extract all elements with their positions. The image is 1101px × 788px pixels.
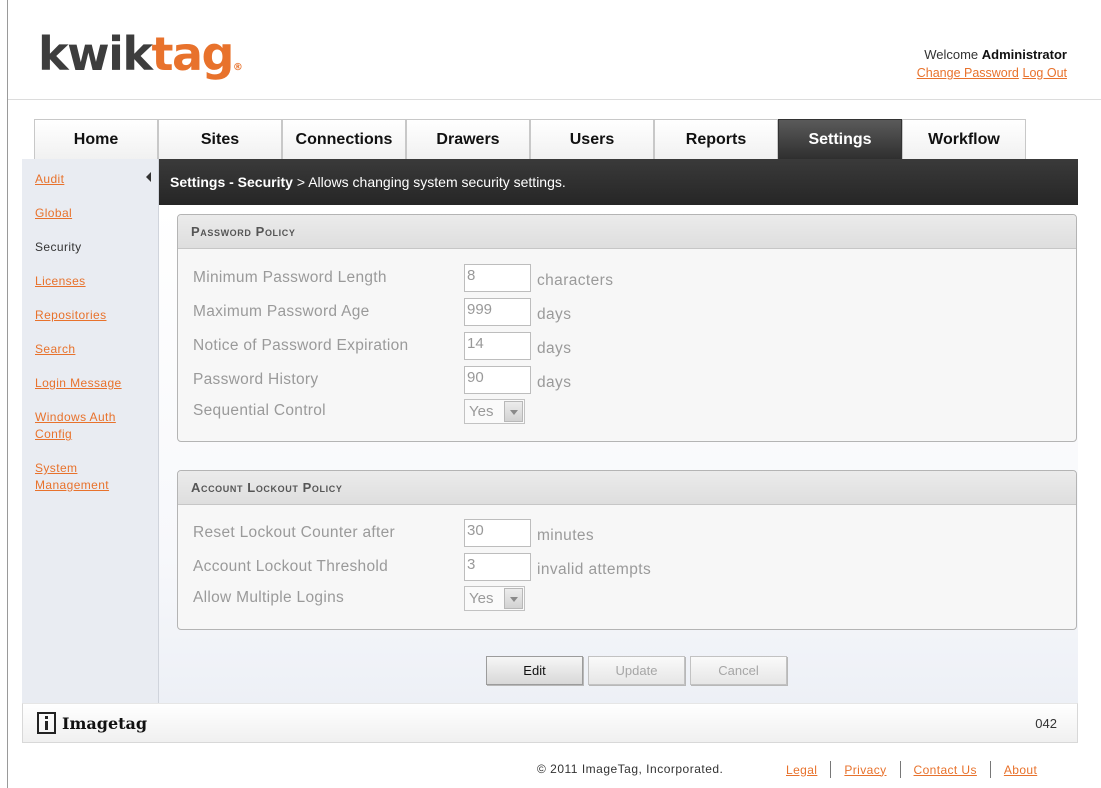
- sidebar-item-windows-auth-config[interactable]: Windows Auth Config: [35, 409, 130, 443]
- password-history-field[interactable]: 90: [464, 366, 531, 394]
- min-password-length-row: Minimum Password Length 8 characters: [193, 264, 793, 292]
- form-actions: Edit Update Cancel: [486, 656, 787, 685]
- tab-reports[interactable]: Reports: [654, 119, 778, 159]
- password-expiration-notice-unit: days: [537, 340, 572, 357]
- left-border: [7, 0, 8, 788]
- password-policy-title: Password Policy: [178, 215, 1076, 249]
- tab-users[interactable]: Users: [530, 119, 654, 159]
- change-password-link[interactable]: Change Password: [917, 66, 1019, 80]
- password-history-unit: days: [537, 374, 572, 391]
- chevron-down-icon[interactable]: [504, 588, 523, 609]
- min-password-length-field[interactable]: 8: [464, 264, 531, 292]
- min-password-length-label: Minimum Password Length: [193, 269, 387, 286]
- sequential-control-label: Sequential Control: [193, 402, 326, 419]
- lockout-threshold-unit: invalid attempts: [537, 561, 652, 578]
- link-divider: [830, 761, 832, 778]
- cancel-button[interactable]: Cancel: [690, 656, 787, 685]
- page-description: > Allows changing system security settin…: [296, 173, 566, 190]
- max-password-age-label: Maximum Password Age: [193, 303, 370, 320]
- reset-lockout-counter-field[interactable]: 30: [464, 519, 531, 547]
- allow-multiple-logins-value: Yes: [469, 590, 494, 607]
- footer-bar: Imagetag 042: [22, 703, 1078, 743]
- sequential-control-value: Yes: [469, 403, 494, 420]
- imagetag-info-icon: [37, 712, 56, 734]
- tab-home[interactable]: Home: [34, 119, 158, 159]
- lockout-threshold-label: Account Lockout Threshold: [193, 558, 389, 575]
- chevron-down-icon[interactable]: [504, 401, 523, 422]
- privacy-link[interactable]: Privacy: [844, 763, 886, 777]
- legal-link[interactable]: Legal: [786, 763, 817, 777]
- imagetag-logo: Imagetag: [37, 712, 147, 734]
- lockout-threshold-field[interactable]: 3: [464, 553, 531, 581]
- user-welcome: Welcome Administrator Change Password Lo…: [917, 46, 1067, 82]
- password-expiration-notice-row: Notice of Password Expiration 14 days: [193, 332, 793, 360]
- footer-links: Legal Privacy Contact Us About: [786, 761, 1037, 778]
- imagetag-name: Imagetag: [62, 713, 148, 733]
- allow-multiple-logins-label: Allow Multiple Logins: [193, 589, 345, 606]
- update-button[interactable]: Update: [588, 656, 685, 685]
- header-divider: [8, 99, 1101, 100]
- sequential-control-select[interactable]: Yes: [464, 399, 525, 424]
- contact-us-link[interactable]: Contact Us: [914, 763, 977, 777]
- link-divider: [899, 761, 901, 778]
- page-code: 042: [1035, 716, 1057, 731]
- settings-sidebar: Audit Global Security Licenses Repositor…: [22, 159, 159, 703]
- max-password-age-unit: days: [537, 306, 572, 323]
- main-tabs: Home Sites Connections Drawers Users Rep…: [34, 119, 1026, 159]
- lockout-threshold-row: Account Lockout Threshold 3 invalid atte…: [193, 553, 793, 581]
- min-password-length-unit: characters: [537, 272, 614, 289]
- user-name: Administrator: [981, 47, 1067, 62]
- account-lockout-title: Account Lockout Policy: [178, 471, 1076, 505]
- settings-content: Password Policy Minimum Password Length …: [159, 205, 1078, 703]
- tab-workflow[interactable]: Workflow: [902, 119, 1026, 159]
- sidebar-item-search[interactable]: Search: [35, 341, 145, 358]
- allow-multiple-logins-select[interactable]: Yes: [464, 586, 525, 611]
- sidebar-item-repositories[interactable]: Repositories: [35, 307, 145, 324]
- log-out-link[interactable]: Log Out: [1023, 66, 1067, 80]
- sidebar-item-system-management[interactable]: System Management: [35, 460, 130, 494]
- sidebar-item-licenses[interactable]: Licenses: [35, 273, 145, 290]
- welcome-label: Welcome: [924, 47, 979, 62]
- reset-lockout-counter-unit: minutes: [537, 527, 595, 544]
- max-password-age-row: Maximum Password Age 999 days: [193, 298, 793, 326]
- page-title-bar: Settings - Security > Allows changing sy…: [159, 159, 1078, 205]
- reset-lockout-counter-label: Reset Lockout Counter after: [193, 524, 395, 541]
- allow-multiple-logins-row: Allow Multiple Logins Yes: [193, 586, 793, 614]
- reset-lockout-counter-row: Reset Lockout Counter after 30 minutes: [193, 519, 793, 547]
- max-password-age-field[interactable]: 999: [464, 298, 531, 326]
- tab-sites[interactable]: Sites: [158, 119, 282, 159]
- password-expiration-notice-field[interactable]: 14: [464, 332, 531, 360]
- link-divider: [989, 761, 991, 778]
- sidebar-item-security: Security: [35, 240, 82, 254]
- sidebar-item-global[interactable]: Global: [35, 205, 145, 222]
- collapse-arrow-icon[interactable]: [146, 172, 151, 182]
- tab-settings[interactable]: Settings: [778, 119, 902, 159]
- copyright: © 2011 ImageTag, Incorporated.: [537, 762, 724, 776]
- password-history-label: Password History: [193, 371, 319, 388]
- edit-button[interactable]: Edit: [486, 656, 583, 685]
- sidebar-item-audit[interactable]: Audit: [35, 171, 145, 188]
- about-link[interactable]: About: [1004, 763, 1037, 777]
- page-title: Settings - Security: [170, 173, 293, 190]
- kwiktag-logo: kwiktag®: [38, 27, 243, 81]
- sidebar-item-login-message[interactable]: Login Message: [35, 375, 145, 392]
- password-policy-panel: Password Policy Minimum Password Length …: [177, 214, 1077, 442]
- tab-connections[interactable]: Connections: [282, 119, 406, 159]
- password-history-row: Password History 90 days: [193, 366, 793, 394]
- password-expiration-notice-label: Notice of Password Expiration: [193, 337, 409, 354]
- sequential-control-row: Sequential Control Yes: [193, 399, 793, 427]
- tab-drawers[interactable]: Drawers: [406, 119, 530, 159]
- account-lockout-panel: Account Lockout Policy Reset Lockout Cou…: [177, 470, 1077, 630]
